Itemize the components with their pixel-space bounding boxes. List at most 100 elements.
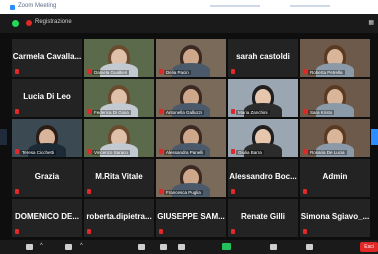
participant-tile[interactable]: Simona Sgiavo_... xyxy=(300,199,370,237)
meeting-info-bar: Registrazione ▦ xyxy=(0,14,378,33)
muted-mic-icon xyxy=(303,109,307,114)
participant-tile[interactable]: Rosaria De Lucia xyxy=(300,119,370,157)
participant-label: Federica Di Gioia xyxy=(92,110,131,115)
chat-bubble-icon[interactable] xyxy=(178,244,185,250)
muted-mic-icon xyxy=(303,149,307,154)
participant-label: Delia Pacin xyxy=(164,70,191,75)
muted-mic-icon xyxy=(231,189,235,194)
audio-options-icon[interactable]: ^ xyxy=(40,243,43,249)
reactions-icon[interactable] xyxy=(306,244,313,250)
video-options-icon[interactable]: ^ xyxy=(80,243,83,249)
participant-label: Francesca Puglia xyxy=(164,190,203,195)
participant-name: M.Rita Vitale xyxy=(95,172,143,181)
participant-label: Giulia Barra xyxy=(236,150,264,155)
muted-mic-icon xyxy=(15,109,19,114)
muted-mic-icon xyxy=(15,189,19,194)
muted-mic-icon xyxy=(87,189,91,194)
meeting-toolbar: ^ ^ Esci xyxy=(0,240,378,254)
participant-label: Sara Kristo xyxy=(308,110,335,115)
muted-mic-icon xyxy=(15,229,19,234)
participant-tile[interactable]: Roberta Petrella xyxy=(300,39,370,77)
participant-tile[interactable]: Antonella Galluzzi xyxy=(156,79,226,117)
participant-tile[interactable]: M.Rita Vitale xyxy=(84,159,154,197)
participant-name: Alessandro Boc... xyxy=(229,172,297,181)
zoom-app-icon xyxy=(10,5,15,10)
muted-mic-icon xyxy=(231,149,235,154)
participant-label: Daniela Gualtieri xyxy=(92,70,130,75)
participant-tile[interactable]: Maria Zanchini xyxy=(228,79,298,117)
participant-label: Teresa Cicchetti xyxy=(20,150,57,155)
participant-tile[interactable]: Lucia Di Leo xyxy=(12,79,82,117)
muted-mic-icon xyxy=(231,229,235,234)
participant-name: Grazia xyxy=(34,172,60,181)
participant-name: Admin xyxy=(322,172,348,181)
participant-name: Carmela Cavalla... xyxy=(12,52,82,61)
participant-tile[interactable]: Delia Pacin xyxy=(156,39,226,77)
muted-mic-icon xyxy=(159,149,163,154)
muted-mic-icon xyxy=(303,229,307,234)
participant-label: Maria Zanchini xyxy=(236,110,270,115)
participant-tile[interactable]: Federica Di Gioia xyxy=(84,79,154,117)
microphone-icon[interactable] xyxy=(26,244,33,250)
participant-name: GIUSEPPE SAM... xyxy=(157,212,225,221)
participant-gallery: Carmela Cavalla... Daniela Gualtieri Delia… xyxy=(12,39,370,237)
muted-mic-icon xyxy=(159,229,163,234)
recording-icon xyxy=(26,20,32,26)
muted-mic-icon xyxy=(231,69,235,74)
participant-tile[interactable]: Alessandro Boc... xyxy=(228,159,298,197)
muted-mic-icon xyxy=(159,109,163,114)
participant-label: Vincenzo Saraco xyxy=(92,150,130,155)
participants-icon[interactable] xyxy=(138,244,145,250)
participant-tile[interactable]: Giulia Barra xyxy=(228,119,298,157)
window-titlebar: Zoom Meeting xyxy=(0,0,378,14)
security-shield-icon[interactable] xyxy=(12,20,19,27)
muted-mic-icon xyxy=(87,69,91,74)
participant-label: Antonella Galluzzi xyxy=(164,110,205,115)
participant-tile[interactable]: Teresa Cicchetti xyxy=(12,119,82,157)
record-icon[interactable] xyxy=(270,244,277,250)
leave-meeting-button[interactable]: Esci xyxy=(360,242,378,252)
participant-tile[interactable]: Daniela Gualtieri xyxy=(84,39,154,77)
participant-label: Roberta Petrella xyxy=(308,70,345,75)
participant-tile[interactable]: Vincenzo Saraco xyxy=(84,119,154,157)
participant-name: sarah castoldi xyxy=(236,52,290,61)
participant-tile[interactable]: Sara Kristo xyxy=(300,79,370,117)
muted-mic-icon xyxy=(15,69,19,74)
participant-label: Alessandra Panelli xyxy=(164,150,206,155)
participant-tile[interactable]: Renate Gilli xyxy=(228,199,298,237)
muted-mic-icon xyxy=(159,69,163,74)
muted-mic-icon xyxy=(303,189,307,194)
participant-tile[interactable]: sarah castoldi xyxy=(228,39,298,77)
window-title: Zoom Meeting xyxy=(18,3,57,9)
titlebar-bar xyxy=(210,5,260,7)
muted-mic-icon xyxy=(159,189,163,194)
muted-mic-icon xyxy=(87,109,91,114)
previous-page-arrow[interactable] xyxy=(0,129,7,145)
participant-label: Rosaria De Lucia xyxy=(308,150,347,155)
muted-mic-icon xyxy=(15,149,19,154)
participant-tile[interactable]: DOMENICO DE... xyxy=(12,199,82,237)
muted-mic-icon xyxy=(231,109,235,114)
titlebar-bar-2 xyxy=(290,5,330,7)
participant-name: DOMENICO DE... xyxy=(14,212,79,221)
muted-mic-icon xyxy=(303,69,307,74)
participant-tile[interactable]: Grazia xyxy=(12,159,82,197)
muted-mic-icon xyxy=(87,149,91,154)
video-camera-icon[interactable] xyxy=(65,244,72,250)
participant-tile[interactable]: Francesca Puglia xyxy=(156,159,226,197)
share-screen-icon[interactable] xyxy=(222,243,231,250)
muted-mic-icon xyxy=(87,229,91,234)
participant-name: Simona Sgiavo_... xyxy=(300,212,370,221)
participant-tile[interactable]: Carmela Cavalla... xyxy=(12,39,82,77)
participant-name: roberta.dipietra... xyxy=(86,212,152,221)
participant-tile[interactable]: Alessandra Panelli xyxy=(156,119,226,157)
participant-name: Lucia Di Leo xyxy=(23,92,71,101)
participant-name: Renate Gilli xyxy=(240,212,285,221)
participant-tile[interactable]: Admin xyxy=(300,159,370,197)
chat-icon[interactable] xyxy=(160,244,167,250)
view-grid-icon[interactable]: ▦ xyxy=(368,19,374,26)
next-page-arrow[interactable] xyxy=(371,129,378,145)
recording-label: Registrazione xyxy=(35,19,72,25)
participant-tile[interactable]: roberta.dipietra... xyxy=(84,199,154,237)
participant-tile[interactable]: GIUSEPPE SAM... xyxy=(156,199,226,237)
